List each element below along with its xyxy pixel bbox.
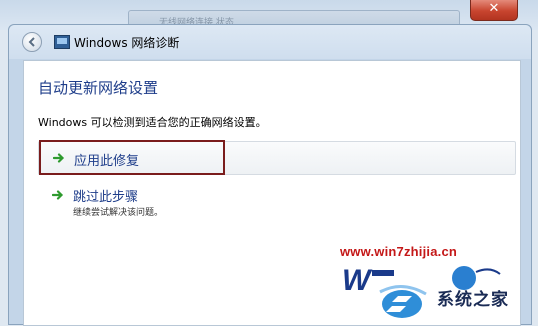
- watermark-site-name: 系统之家: [437, 290, 509, 310]
- back-arrow-icon: [28, 37, 35, 47]
- title-bar: Windows 网络诊断: [9, 25, 531, 59]
- skip-step-option[interactable]: 跳过此步骤 继续尝试解决该问题。: [38, 186, 338, 226]
- svg-text:W: W: [342, 264, 373, 297]
- apply-fix-label: 应用此修复: [74, 154, 140, 169]
- skip-step-sublabel: 继续尝试解决该问题。: [73, 208, 164, 218]
- network-diagnostics-icon: [54, 35, 70, 49]
- apply-fix-option[interactable]: 应用此修复: [38, 140, 516, 175]
- close-button[interactable]: ✕: [470, 0, 518, 21]
- skip-step-label: 跳过此步骤: [73, 190, 139, 205]
- watermark-url: www.win7zhijia.cn: [340, 244, 458, 259]
- page-heading: 自动更新网络设置: [38, 79, 159, 97]
- window-title: Windows 网络诊断: [74, 36, 180, 50]
- green-arrow-icon: [52, 190, 64, 200]
- green-arrow-icon: [53, 153, 65, 163]
- back-button[interactable]: [22, 32, 42, 52]
- page-description: Windows 可以检测到适合您的正确网络设置。: [38, 116, 267, 129]
